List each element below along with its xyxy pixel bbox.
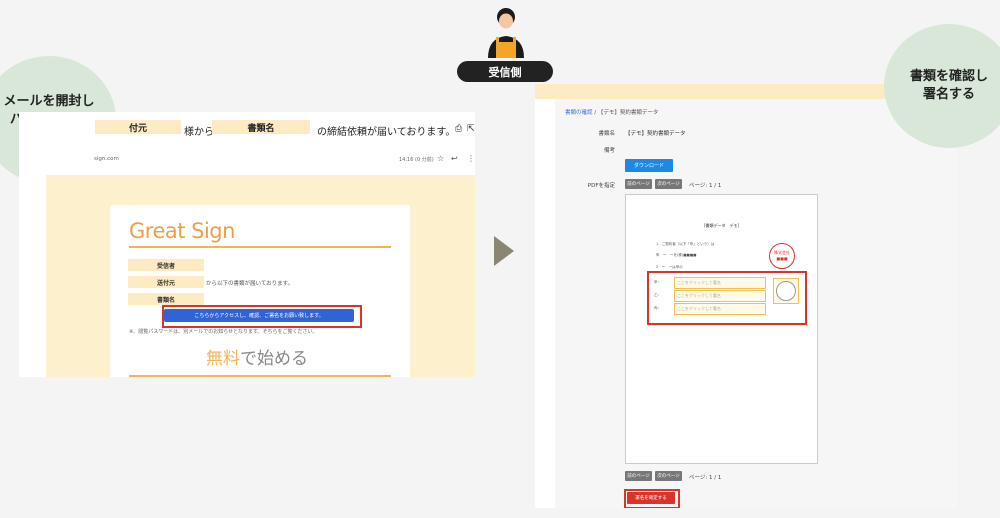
download-button[interactable]: ダウンロード xyxy=(625,159,673,172)
prev-page-button[interactable]: 前のページ xyxy=(625,179,652,189)
stamp-bottom-text: ■■■ xyxy=(776,256,788,261)
breadcrumb-link[interactable]: 書類の確認 xyxy=(565,110,593,116)
access-document-button[interactable]: こちらからアクセスし、確認、ご署名をお願い致します。 xyxy=(164,309,354,322)
sender-name-box: 付元 xyxy=(95,120,181,134)
free-start-text[interactable]: 無料で始める xyxy=(206,344,308,369)
next-page-button-bottom[interactable]: 次のページ xyxy=(655,471,682,481)
recipient-field: 受信者 xyxy=(128,259,204,271)
receiver-avatar-icon xyxy=(488,8,524,58)
open-external-icon[interactable]: ⇱ xyxy=(467,124,475,134)
breadcrumb-separator: / xyxy=(594,110,597,116)
pdf-title: [書類データ デモ] xyxy=(703,223,740,228)
signature-field-2[interactable]: ここをクリックして署名 xyxy=(674,290,766,302)
email-time: 14:16 (0 分前) xyxy=(399,157,434,163)
doc-name-label: 書類名 xyxy=(598,131,615,137)
footer-divider xyxy=(129,375,391,377)
free-start-suffix: で始める xyxy=(240,349,308,369)
email-screenshot-panel: 付元 様から 書類名 の締結依頼が届いております。 ⎙ ⇱ sign.com 1… xyxy=(19,112,475,377)
breadcrumb: 書類の確認 / 【デモ】契約書類データ xyxy=(565,108,658,116)
doc-name-value: 【デモ】契約書類データ xyxy=(625,131,686,137)
signature-field-1[interactable]: ここをクリックして署名 xyxy=(674,277,766,289)
seal-circle-icon xyxy=(776,281,796,301)
pdf-line-3: 2 ー ーは甲の xyxy=(656,265,683,269)
company-seal-stamp: 株式会社 ■■■ xyxy=(769,243,795,269)
confirm-signature-button[interactable]: 署名を確定する xyxy=(627,492,675,504)
star-icon[interactable]: ☆ xyxy=(437,154,444,163)
pdf-line-2: 甲 ー ーを(株)■■■■ xyxy=(656,253,697,257)
sig-label-1: 甲： xyxy=(654,280,661,284)
signature-field-3[interactable]: ここをクリックして署名 xyxy=(674,303,766,315)
free-start-prefix: 無料 xyxy=(206,349,240,369)
email-subject-sama: 様から xyxy=(184,127,214,138)
page-indicator-bottom: ページ: 1 / 1 xyxy=(689,475,722,481)
receiver-label: 受信側 xyxy=(457,61,553,82)
next-page-button[interactable]: 次のページ xyxy=(655,179,682,189)
logo-divider xyxy=(129,246,391,248)
more-options-icon[interactable]: ⋮ xyxy=(467,154,475,163)
prev-page-button-bottom[interactable]: 前のページ xyxy=(625,471,652,481)
breadcrumb-current: 【デモ】契約書類データ xyxy=(597,110,659,116)
sender-field: 送付元 xyxy=(128,276,204,288)
sender-suffix-text: から以下の書類が届いております。 xyxy=(206,281,294,287)
pdf-line-1: 1 ご契約者（以下「甲」という）は xyxy=(656,242,715,246)
reply-icon[interactable]: ↩ xyxy=(451,154,458,163)
signature-area-highlight: 甲： ここをクリックして署名 乙： ここをクリックして署名 丙： ここをクリック… xyxy=(647,271,807,325)
pdf-preview: [書類データ デモ] 1 ご契約者（以下「甲」という）は 甲 ー ーを(株)■■… xyxy=(625,194,818,464)
password-note: ※、閲覧パスワードは、別メールでのお知らせとなります。そちらをご覧ください。 xyxy=(129,329,318,335)
great-sign-logo: Great Sign xyxy=(129,219,235,243)
print-icon[interactable]: ⎙ xyxy=(455,124,462,134)
seal-field[interactable] xyxy=(773,278,799,304)
pdf-label: PDFを指定 xyxy=(587,183,615,189)
sig-label-3: 丙： xyxy=(654,306,661,310)
note-label: 備考 xyxy=(603,148,615,154)
flow-arrow-icon xyxy=(494,236,514,266)
email-subject-tail: の締結依頼が届いております。 xyxy=(317,127,456,138)
viewer-content: 書類の確認 / 【デモ】契約書類データ 書類名 【デモ】契約書類データ 備考 ダ… xyxy=(555,99,957,508)
document-viewer-panel: 書類の確認 / 【デモ】契約書類データ 書類名 【デモ】契約書類データ 備考 ダ… xyxy=(535,84,957,508)
page-indicator: ページ: 1 / 1 xyxy=(689,183,722,189)
sig-label-2: 乙： xyxy=(654,293,661,297)
document-field: 書類名 xyxy=(128,293,204,305)
sender-domain: sign.com xyxy=(94,156,119,162)
document-name-box: 書類名 xyxy=(212,120,310,134)
